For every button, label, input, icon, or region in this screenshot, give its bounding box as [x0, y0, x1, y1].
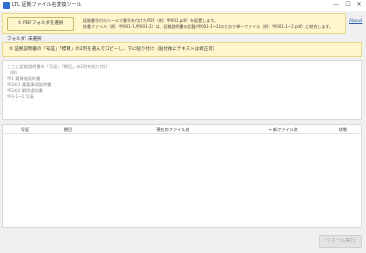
column-header-title[interactable]: 標目 — [58, 127, 78, 132]
column-header-current-filename[interactable]: 現在のファイル名 — [143, 127, 203, 132]
window-title: LTL 証拠ファイル名変換ツール — [12, 2, 82, 8]
column-header-new-filename[interactable]: → 新ファイル名 — [258, 127, 308, 132]
rename-table[interactable]: 号証 標目 現在のファイル名 → 新ファイル名 状態 — [2, 124, 362, 228]
step2-instruction: ② 証拠説明書の「号証」「標目」の2列を選んでコピーし、下に貼り付け（貼付後にテ… — [9, 47, 218, 52]
title-bar: LTL 証拠ファイル名変換ツール — ☐ ✕ — [0, 0, 366, 11]
step2-panel: ② 証拠説明書の「号証」「標目」の2列を選んでコピーし、下に貼り付け（貼付後にテ… — [2, 42, 362, 57]
step1-description-line1: 証拠番号付与ツールで番号を付けたPDF（例：甲001.pdf）を配置します。 — [83, 18, 218, 23]
maximize-icon[interactable]: ☐ — [343, 1, 353, 9]
step1-panel: ① PDFフォルダを選択 証拠番号付与ツールで番号を付けたPDF（例：甲001.… — [2, 13, 346, 34]
table-header: 号証 標目 現在のファイル名 → 新ファイル名 状態 — [3, 125, 361, 134]
placeholder-line: 甲3-1~2 写真 — [7, 94, 34, 99]
placeholder-line: 甲2の1 重要事項説明書 — [7, 82, 52, 87]
about-link[interactable]: About — [349, 19, 362, 24]
app-icon — [3, 2, 10, 9]
placeholder-line: （例） — [7, 70, 20, 75]
column-header-status[interactable]: 状態 — [333, 127, 353, 132]
placeholder-line: 甲1 賃貸借契約書 — [7, 76, 41, 81]
rename-run-button[interactable]: リネーム実行 — [319, 235, 362, 248]
placeholder-line: 甲2の2 解除通知書 — [7, 88, 43, 93]
column-header-exhibit-no[interactable]: 号証 — [15, 127, 35, 132]
close-icon[interactable]: ✕ — [354, 1, 364, 9]
paste-textarea[interactable]: ここに証拠説明書の「号証」「標目」の2列を貼り付け （例） 甲1 賃貸借契約書 … — [2, 60, 362, 120]
step1-description-line2: 枝番ファイル（例：甲001-1,甲001-2）は、証拠説明書の記載(甲001-1… — [83, 24, 334, 29]
minimize-icon[interactable]: — — [331, 1, 341, 9]
select-pdf-folder-button[interactable]: ① PDFフォルダを選択 — [7, 17, 74, 31]
placeholder-line: ここに証拠説明書の「号証」「標目」の2列を貼り付け — [7, 64, 109, 69]
